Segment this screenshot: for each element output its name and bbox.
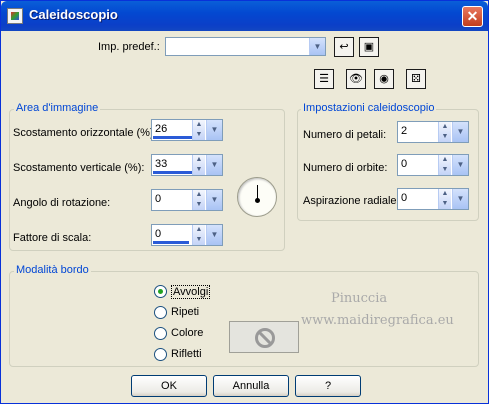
- border-color-swatch[interactable]: [229, 321, 299, 353]
- rotation-angle-value: 0: [155, 193, 162, 205]
- spin-updown-icon[interactable]: ▲ ▼: [192, 120, 205, 140]
- presets-dropdown[interactable]: ▼: [165, 37, 326, 56]
- chevron-down-icon[interactable]: ▼: [206, 120, 222, 140]
- title-bar[interactable]: Caleidoscopio ✕: [1, 1, 488, 31]
- window-title: Caleidoscopio: [29, 7, 118, 22]
- presets-label: Imp. predef.:: [98, 41, 160, 53]
- scale-factor-value: 0: [155, 228, 162, 240]
- area-group-title: Area d'immagine: [14, 102, 101, 114]
- chevron-down-icon[interactable]: ▼: [206, 190, 222, 210]
- chevron-down-icon[interactable]: ▼: [452, 155, 468, 175]
- radio-avvolgi-label[interactable]: Avvolgi: [171, 285, 211, 299]
- randomize-dice-icon: ⚄: [411, 73, 421, 85]
- close-button[interactable]: ✕: [462, 6, 483, 27]
- curved-arrow-icon: ↩: [339, 41, 349, 53]
- spin-updown-icon[interactable]: ▲ ▼: [438, 189, 451, 209]
- rotation-angle-field[interactable]: 0 ▲ ▼ ▼: [151, 189, 223, 211]
- border-mode-title: Modalità bordo: [14, 264, 91, 276]
- cancel-button[interactable]: Annulla: [213, 375, 289, 397]
- watermark-url: www.maidiregrafica.eu: [301, 313, 454, 328]
- orbits-label: Numero di orbite:: [303, 162, 388, 174]
- chevron-down-icon[interactable]: ▼: [309, 38, 325, 55]
- dial-center: [255, 198, 260, 203]
- eye-proof-icon: ◉: [379, 73, 389, 85]
- chevron-down-icon[interactable]: ▼: [206, 155, 222, 175]
- rotation-angle-label: Angolo di rotazione:: [13, 197, 111, 209]
- help-button[interactable]: ?: [295, 375, 361, 397]
- horizontal-offset-field[interactable]: 26 ▲ ▼ ▼: [151, 119, 223, 141]
- radio-rifletti-label[interactable]: Rifletti: [171, 348, 202, 360]
- ok-button[interactable]: OK: [131, 375, 207, 397]
- radio-colore-label[interactable]: Colore: [171, 327, 203, 339]
- spin-updown-icon[interactable]: ▲ ▼: [192, 155, 205, 175]
- radio-rifletti[interactable]: [154, 348, 167, 361]
- rotation-dial[interactable]: [237, 177, 277, 217]
- save-preset-button[interactable]: ▣: [359, 37, 379, 57]
- radio-colore[interactable]: [154, 327, 167, 340]
- floppy-disk-icon: ▣: [363, 41, 375, 53]
- vertical-offset-value: 33: [155, 158, 168, 170]
- vertical-offset-field[interactable]: 33 ▲ ▼ ▼: [151, 154, 223, 176]
- reset-button[interactable]: ☰: [314, 69, 334, 89]
- radial-suction-label: Aspirazione radiale:: [303, 195, 400, 207]
- petals-value: 2: [401, 125, 408, 137]
- reset-icon: ☰: [319, 73, 329, 85]
- radial-suction-field[interactable]: 0 ▲ ▼ ▼: [397, 188, 469, 210]
- spin-updown-icon[interactable]: ▲ ▼: [192, 190, 205, 210]
- orbits-field[interactable]: 0 ▲ ▼ ▼: [397, 154, 469, 176]
- eye-preview-icon: 👁: [349, 73, 363, 85]
- chevron-down-icon[interactable]: ▼: [452, 122, 468, 142]
- radial-suction-value: 0: [401, 192, 408, 204]
- radio-ripeti-label[interactable]: Ripeti: [171, 306, 199, 318]
- spin-updown-icon[interactable]: ▲ ▼: [192, 225, 205, 245]
- prohibited-icon: [255, 328, 275, 348]
- proof-toggle-button[interactable]: ◉: [374, 69, 394, 89]
- save-preset-arrow-button[interactable]: ↩: [334, 37, 354, 57]
- orbits-value: 0: [401, 158, 408, 170]
- settings-group-title: Impostazioni caleidoscopio: [301, 102, 437, 114]
- watermark-name: Pinuccia: [331, 291, 388, 306]
- spin-updown-icon[interactable]: ▲ ▼: [438, 155, 451, 175]
- radio-avvolgi[interactable]: [154, 285, 167, 298]
- chevron-down-icon[interactable]: ▼: [206, 225, 222, 245]
- petals-field[interactable]: 2 ▲ ▼ ▼: [397, 121, 469, 143]
- radio-ripeti[interactable]: [154, 306, 167, 319]
- vertical-offset-label: Scostamento verticale (%):: [13, 162, 145, 174]
- horizontal-offset-value: 26: [155, 123, 168, 135]
- randomize-button[interactable]: ⚄: [406, 69, 426, 89]
- scale-factor-field[interactable]: 0 ▲ ▼ ▼: [151, 224, 223, 246]
- preview-toggle-button[interactable]: 👁: [346, 69, 366, 89]
- chevron-down-icon[interactable]: ▼: [452, 189, 468, 209]
- petals-label: Numero di petali:: [303, 129, 387, 141]
- scale-factor-bar: [153, 241, 189, 244]
- spin-updown-icon[interactable]: ▲ ▼: [438, 122, 451, 142]
- scale-factor-label: Fattore di scala:: [13, 232, 92, 244]
- dialog-window: Caleidoscopio ✕ Imp. predef.: ▼ ↩ ▣ ☰ 👁 …: [0, 0, 489, 404]
- app-icon: [7, 8, 23, 24]
- horizontal-offset-label: Scostamento orizzontale (%):: [13, 127, 157, 139]
